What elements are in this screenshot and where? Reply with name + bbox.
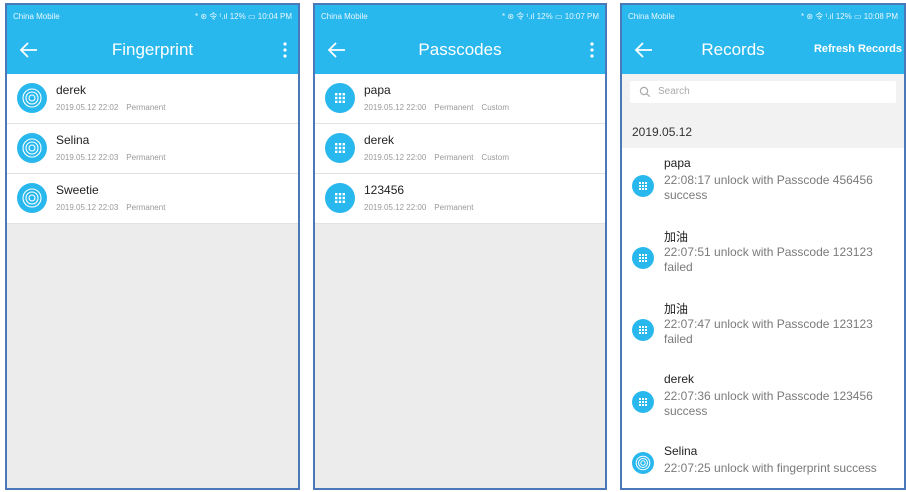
record-item[interactable]: 加油 22:07:51 unlock with Passcode 123123 …	[622, 220, 904, 292]
item-validity: Permanent	[126, 203, 166, 212]
record-name: derek	[664, 372, 695, 386]
record-item[interactable]: 加油 22:07:47 unlock with Passcode 123123 …	[622, 292, 904, 364]
list-item[interactable]: Selina 2019.05.12 22:03 Permanent	[7, 124, 298, 174]
app-bar: Fingerprint	[7, 27, 298, 74]
item-date: 2019.05.12 22:00	[364, 103, 427, 112]
fingerprint-icon	[17, 83, 47, 113]
date-header: 2019.05.12	[622, 110, 904, 148]
record-name: Selina	[664, 444, 698, 458]
fingerprint-list: derek 2019.05.12 22:02 Permanent Selina 2…	[7, 74, 298, 224]
record-item[interactable]: papa 22:08:17 unlock with Passcode 45645…	[622, 148, 904, 220]
keypad-icon	[325, 133, 355, 163]
item-validity: Permanent	[434, 153, 474, 162]
search-bar: Search	[622, 74, 904, 110]
item-validity: Permanent	[434, 103, 474, 112]
more-options-icon[interactable]	[589, 40, 595, 60]
item-validity: Permanent	[434, 203, 474, 212]
item-name: papa	[364, 83, 391, 97]
record-item[interactable]: derek 22:07:36 unlock with Passcode 1234…	[622, 364, 904, 436]
record-text: 22:08:17 unlock with Passcode 456456 suc…	[664, 173, 873, 202]
carrier-label: China Mobile	[13, 11, 60, 21]
carrier-label: China Mobile	[628, 11, 675, 21]
item-name: Sweetie	[56, 183, 99, 197]
page-title: Fingerprint	[111, 40, 194, 59]
item-date: 2019.05.12 22:03	[56, 203, 119, 212]
record-text: 22:07:25 unlock with fingerprint success	[664, 461, 877, 475]
item-date: 2019.05.12 22:03	[56, 153, 119, 162]
status-indicators: * ⊛ 令 ᵗ.ıl 12% ▭ 10:07 PM	[502, 11, 599, 21]
record-text: 22:07:36 unlock with Passcode 123456 suc…	[664, 389, 873, 418]
item-type: Custom	[481, 103, 509, 112]
record-text: 22:07:51 unlock with Passcode 123123 fai…	[664, 245, 873, 274]
status-indicators: * ⊛ 令 ᵗ.ıl 12% ▭ 10:08 PM	[801, 11, 898, 21]
list-item[interactable]: Sweetie 2019.05.12 22:03 Permanent	[7, 174, 298, 224]
item-name: Selina	[56, 133, 90, 147]
app-bar: Passcodes	[315, 27, 605, 74]
item-name: 123456	[364, 183, 405, 197]
record-item[interactable]: Selina 22:07:25 unlock with fingerprint …	[622, 436, 904, 488]
fingerprint-screen: China Mobile * ⊛ 令 ᵗ.ıl 12% ▭ 10:04 PM F…	[5, 3, 300, 490]
item-date: 2019.05.12 22:02	[56, 103, 119, 112]
passcode-list: papa 2019.05.12 22:00 Permanent Custom der…	[315, 74, 605, 224]
passcodes-screen: China Mobile * ⊛ 令 ᵗ.ıl 12% ▭ 10:07 PM P…	[313, 3, 607, 490]
item-name: derek	[364, 133, 395, 147]
refresh-records-button[interactable]: Refresh Records	[814, 43, 902, 55]
list-item[interactable]: derek 2019.05.12 22:02 Permanent	[7, 74, 298, 124]
search-icon	[639, 86, 651, 98]
item-validity: Permanent	[126, 153, 166, 162]
keypad-icon	[632, 391, 654, 413]
more-options-icon[interactable]	[282, 40, 288, 60]
list-item[interactable]: derek 2019.05.12 22:00 Permanent Custom	[315, 124, 605, 174]
status-bar: China Mobile * ⊛ 令 ᵗ.ıl 12% ▭ 10:04 PM	[7, 5, 298, 27]
status-bar: China Mobile * ⊛ 令 ᵗ.ıl 12% ▭ 10:08 PM	[622, 5, 904, 27]
item-validity: Permanent	[126, 103, 166, 112]
status-bar: China Mobile * ⊛ 令 ᵗ.ıl 12% ▭ 10:07 PM	[315, 5, 605, 27]
keypad-icon	[632, 175, 654, 197]
keypad-icon	[632, 319, 654, 341]
item-date: 2019.05.12 22:00	[364, 153, 427, 162]
item-date: 2019.05.12 22:00	[364, 203, 427, 212]
record-text: 22:07:47 unlock with Passcode 123123 fai…	[664, 317, 873, 346]
search-input[interactable]: Search	[630, 81, 896, 103]
keypad-icon	[325, 183, 355, 213]
page-title: Passcodes	[418, 40, 502, 59]
list-item[interactable]: papa 2019.05.12 22:00 Permanent Custom	[315, 74, 605, 124]
record-name: papa	[664, 156, 691, 170]
records-screen: China Mobile * ⊛ 令 ᵗ.ıl 12% ▭ 10:08 PM R…	[620, 3, 906, 490]
list-item[interactable]: 123456 2019.05.12 22:00 Permanent	[315, 174, 605, 224]
fingerprint-icon	[632, 452, 654, 474]
carrier-label: China Mobile	[321, 11, 368, 21]
item-name: derek	[56, 83, 87, 97]
record-name: 加油	[664, 230, 689, 244]
app-bar: Records Refresh Records	[622, 27, 904, 74]
search-placeholder: Search	[658, 86, 690, 97]
item-type: Custom	[481, 153, 509, 162]
record-name: 加油	[664, 302, 689, 316]
fingerprint-icon	[17, 133, 47, 163]
keypad-icon	[325, 83, 355, 113]
status-indicators: * ⊛ 令 ᵗ.ıl 12% ▭ 10:04 PM	[195, 11, 292, 21]
fingerprint-icon	[17, 183, 47, 213]
keypad-icon	[632, 247, 654, 269]
